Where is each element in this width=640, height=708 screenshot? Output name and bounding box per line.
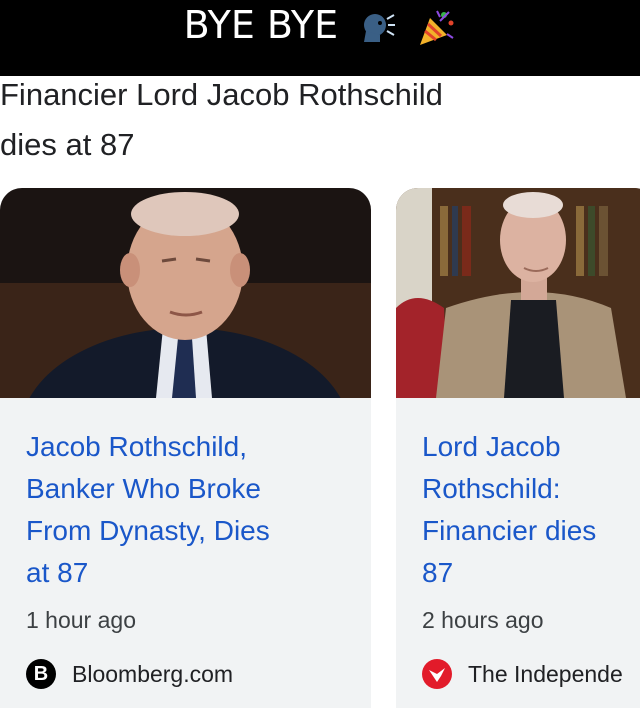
party-popper-icon — [420, 10, 454, 45]
source-name: Bloomberg.com — [72, 660, 234, 687]
portrait-thumbnail — [0, 188, 371, 398]
title-line: Financier dies — [422, 515, 597, 546]
bloomberg-logo-icon: B — [26, 659, 56, 689]
card-title[interactable]: Lord Jacob Rothschild: Financier dies 87 — [422, 426, 640, 594]
card-timestamp: 1 hour ago — [26, 607, 136, 633]
meme-caption-bar: BYE BYE — [0, 0, 640, 76]
card-title[interactable]: Jacob Rothschild, Banker Who Broke From … — [26, 426, 366, 594]
source-name: The Independe — [468, 660, 623, 687]
title-line: Banker Who Broke — [26, 473, 261, 504]
card-source[interactable]: B Bloomberg.com — [26, 657, 233, 691]
independent-eagle-icon — [422, 659, 452, 689]
title-line: Jacob Rothschild, — [26, 431, 248, 462]
title-line: 87 — [422, 557, 454, 588]
title-line: Rothschild: — [422, 473, 561, 504]
speaking-head-icon — [364, 13, 396, 42]
title-line: at 87 — [26, 557, 89, 588]
news-card-bloomberg[interactable]: Jacob Rothschild, Banker Who Broke From … — [0, 188, 371, 708]
card-source[interactable]: The Independe — [422, 657, 623, 691]
news-card-independent[interactable]: Lord Jacob Rothschild: Financier dies 87… — [396, 188, 640, 708]
meme-caption: BYE BYE — [0, 2, 640, 48]
title-line: Lord Jacob — [422, 431, 561, 462]
headline-line: Financier Lord Jacob Rothschild — [0, 77, 443, 112]
caption-text: BYE BYE — [183, 3, 339, 47]
title-line: From Dynasty, Dies — [26, 515, 270, 546]
card-timestamp: 2 hours ago — [422, 607, 544, 633]
page-headline: Financier Lord Jacob Rothschild dies at … — [0, 70, 640, 170]
headline-line: dies at 87 — [0, 127, 135, 162]
portrait-thumbnail — [396, 188, 640, 398]
